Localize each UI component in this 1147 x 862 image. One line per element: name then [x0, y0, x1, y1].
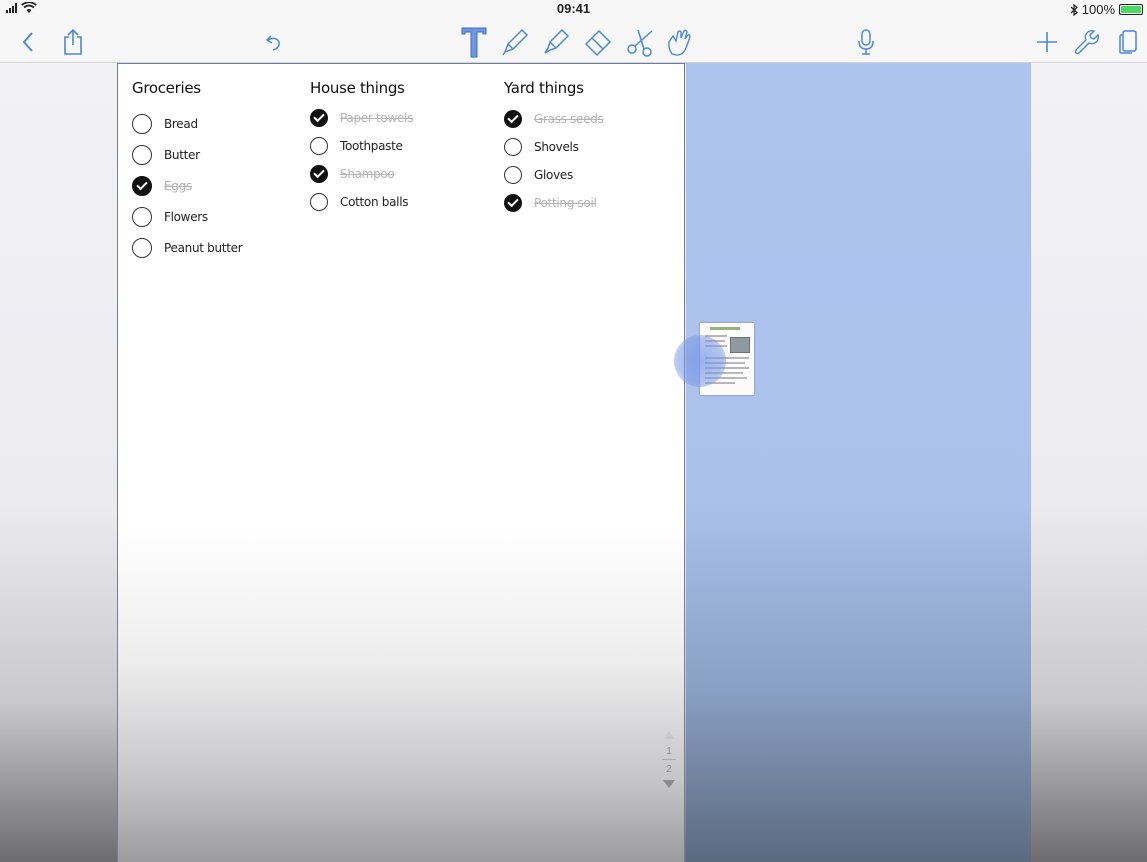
battery-percent: 100% [1081, 2, 1115, 17]
checkbox-checked[interactable] [310, 165, 328, 183]
page-down-icon[interactable] [663, 780, 675, 788]
item-label: Bread [164, 116, 198, 131]
checklist-title: Groceries [132, 79, 201, 97]
microphone-icon[interactable] [852, 20, 880, 63]
checklist-title: House things [310, 79, 405, 97]
eraser-icon[interactable] [580, 20, 616, 63]
item-label: Cotton balls [340, 195, 409, 209]
checkbox[interactable] [132, 206, 152, 227]
checkbox[interactable] [132, 144, 152, 165]
checkbox-checked[interactable] [504, 110, 522, 128]
item-label: Gloves [534, 168, 573, 182]
page-navigator[interactable]: 1 2 [662, 731, 676, 788]
checkbox[interactable] [310, 193, 328, 211]
checkbox[interactable] [504, 166, 522, 184]
hand-pointer-icon[interactable] [662, 20, 696, 63]
pages-icon[interactable] [1114, 20, 1142, 63]
item-label: Potting soil [534, 196, 597, 210]
item-label: Shampoo [340, 167, 395, 181]
scissors-icon[interactable] [622, 20, 658, 63]
checkbox-checked[interactable] [504, 194, 522, 212]
item-label: Toothpaste [340, 139, 403, 153]
toolbar [0, 20, 1147, 63]
wrench-icon[interactable] [1071, 20, 1101, 63]
checklist-item[interactable]: Paper towels [310, 104, 490, 132]
checklist-house-things: House things Paper towels Toothpaste Sha… [310, 76, 490, 216]
checklist-item[interactable]: Flowers [132, 201, 302, 232]
battery-icon [1119, 4, 1143, 15]
checklist-title: Yard things [504, 79, 584, 97]
status-time: 09:41 [556, 1, 591, 16]
page-footer-divider [118, 806, 684, 807]
checklist-item[interactable]: Peanut butter [132, 232, 302, 263]
checkbox[interactable] [504, 138, 522, 156]
touch-indicator [674, 335, 726, 387]
item-label: Flowers [164, 209, 208, 224]
back-icon[interactable] [14, 20, 42, 63]
status-right: 100% [1070, 2, 1143, 17]
checkbox-checked[interactable] [310, 109, 328, 127]
item-label: Paper towels [340, 111, 414, 125]
total-pages: 2 [666, 764, 672, 775]
checklist-item[interactable]: Shampoo [310, 160, 490, 188]
checklist-yard-things: Yard things Grass seeds Shovels Gloves P… [504, 76, 674, 217]
item-label: Shovels [534, 140, 579, 154]
add-icon[interactable] [1034, 20, 1060, 63]
checkbox[interactable] [310, 137, 328, 155]
bluetooth-icon [1070, 3, 1078, 16]
checkbox[interactable] [132, 237, 152, 258]
checkbox-checked[interactable] [132, 175, 152, 196]
text-tool-icon[interactable] [458, 20, 490, 63]
checklist-item[interactable]: Grass seeds [504, 105, 674, 133]
checklist-item[interactable]: Potting soil [504, 189, 674, 217]
pen-icon[interactable] [497, 20, 533, 63]
page-up-icon[interactable] [663, 731, 675, 739]
checklist-item[interactable]: Bread [132, 108, 302, 139]
checkbox[interactable] [132, 113, 152, 134]
document-page[interactable]: Groceries Bread Butter Eggs Flowers Pean… [117, 63, 685, 862]
selection-area[interactable] [686, 63, 1031, 862]
item-label: Butter [164, 147, 200, 162]
checklist-item[interactable]: Shovels [504, 133, 674, 161]
checklist-item[interactable]: Eggs [132, 170, 302, 201]
checklist-item[interactable]: Gloves [504, 161, 674, 189]
checklist-item[interactable]: Cotton balls [310, 188, 490, 216]
item-label: Grass seeds [534, 112, 604, 126]
checklist-item[interactable]: Toothpaste [310, 132, 490, 160]
highlighter-icon[interactable] [538, 20, 574, 63]
item-label: Peanut butter [164, 240, 243, 255]
undo-icon[interactable] [258, 20, 288, 63]
checklist-item[interactable]: Butter [132, 139, 302, 170]
checklist-groceries: Groceries Bread Butter Eggs Flowers Pean… [132, 76, 302, 263]
current-page: 1 [662, 745, 676, 760]
document-workspace[interactable]: Groceries Bread Butter Eggs Flowers Pean… [0, 63, 1147, 862]
status-bar: 09:41 100% [0, 0, 1147, 20]
item-label: Eggs [164, 178, 192, 193]
share-icon[interactable] [58, 20, 88, 63]
